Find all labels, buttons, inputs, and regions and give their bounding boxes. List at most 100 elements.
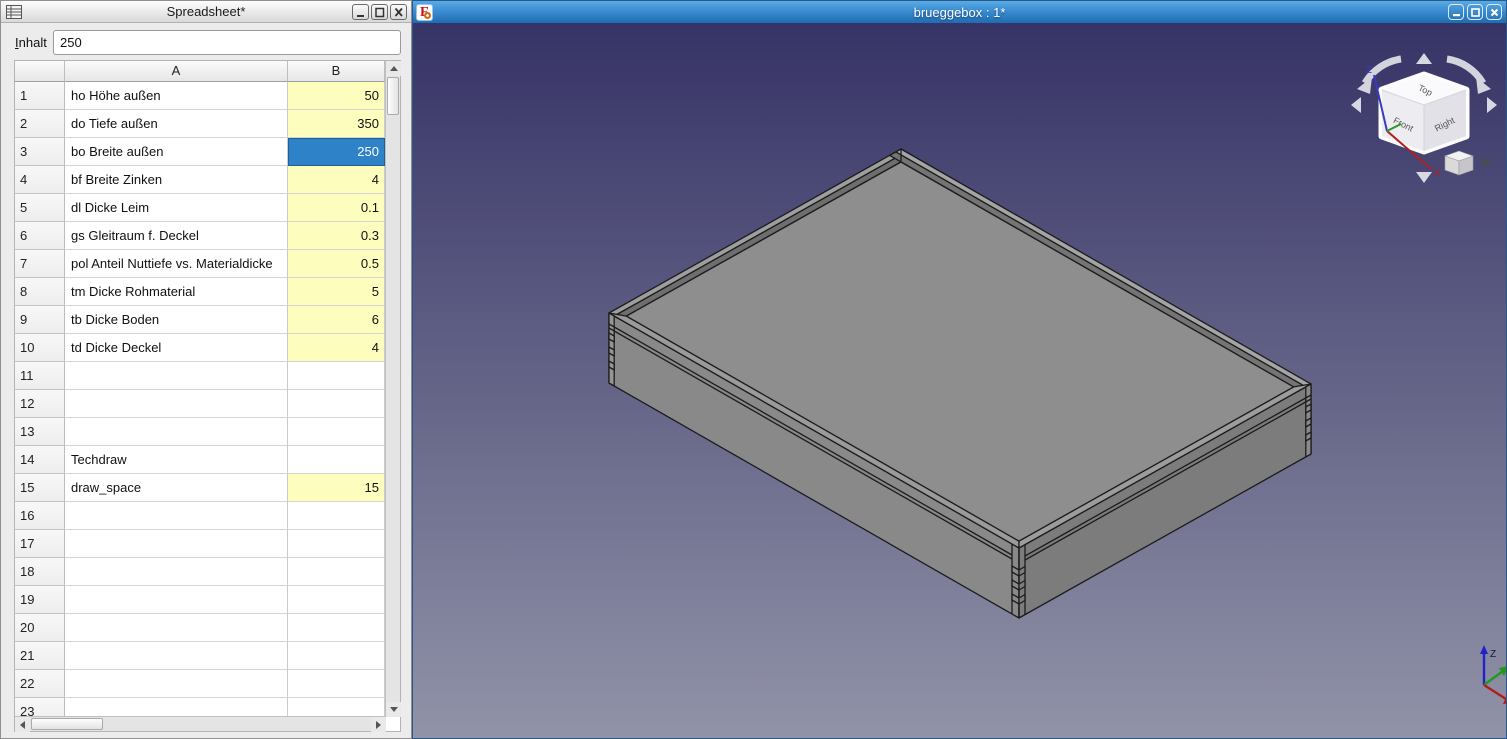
- axis-cross: Z Y X: [1480, 645, 1506, 715]
- cell-b[interactable]: 4: [288, 334, 385, 362]
- row-header[interactable]: 11: [15, 362, 65, 390]
- spreadsheet-titlebar[interactable]: Spreadsheet*: [1, 1, 411, 23]
- cell-b[interactable]: 0.5: [288, 250, 385, 278]
- row-header[interactable]: 1: [15, 82, 65, 110]
- cell-b[interactable]: [288, 446, 385, 474]
- cell-b[interactable]: [288, 642, 385, 670]
- row-header[interactable]: 14: [15, 446, 65, 474]
- vertical-scroll-thumb[interactable]: [387, 77, 399, 115]
- cell-a[interactable]: Techdraw: [65, 446, 288, 474]
- column-header-a[interactable]: A: [65, 61, 288, 82]
- row-header[interactable]: 8: [15, 278, 65, 306]
- cell-a[interactable]: [65, 586, 288, 614]
- cell-a[interactable]: tm Dicke Rohmaterial: [65, 278, 288, 306]
- cell-b[interactable]: 6: [288, 306, 385, 334]
- corner-header-cell[interactable]: [15, 61, 65, 82]
- horizontal-scrollbar[interactable]: [15, 716, 386, 731]
- cell-a[interactable]: [65, 390, 288, 418]
- navcube-arrow-up-icon[interactable]: [1416, 53, 1432, 64]
- row-header[interactable]: 12: [15, 390, 65, 418]
- row-header[interactable]: 3: [15, 138, 65, 166]
- 3d-viewport[interactable]: Top Front Right Z X: [413, 23, 1506, 738]
- cell-b[interactable]: [288, 530, 385, 558]
- cell-a[interactable]: tb Dicke Boden: [65, 306, 288, 334]
- cell-a[interactable]: [65, 642, 288, 670]
- row-header[interactable]: 16: [15, 502, 65, 530]
- navcube-menu-dropdown-icon[interactable]: [1479, 159, 1492, 168]
- cell-b[interactable]: 250: [288, 138, 385, 166]
- row-header[interactable]: 15: [15, 474, 65, 502]
- cell-b[interactable]: 50: [288, 82, 385, 110]
- navcube-arrow-left-icon[interactable]: [1351, 97, 1361, 113]
- cell-a[interactable]: [65, 418, 288, 446]
- row-header[interactable]: 13: [15, 418, 65, 446]
- row-header[interactable]: 23: [15, 698, 65, 717]
- minimize-button[interactable]: [1448, 4, 1464, 20]
- row-header[interactable]: 4: [15, 166, 65, 194]
- maximize-button[interactable]: [371, 4, 388, 20]
- cell-b[interactable]: [288, 502, 385, 530]
- minimize-button[interactable]: [352, 4, 369, 20]
- row-header[interactable]: 7: [15, 250, 65, 278]
- scroll-up-button[interactable]: [386, 61, 401, 76]
- cell-b[interactable]: 0.1: [288, 194, 385, 222]
- cell-a[interactable]: bo Breite außen: [65, 138, 288, 166]
- cell-a[interactable]: [65, 614, 288, 642]
- cell-a[interactable]: [65, 362, 288, 390]
- cell-a[interactable]: gs Gleitraum f. Deckel: [65, 222, 288, 250]
- row-header[interactable]: 21: [15, 642, 65, 670]
- cell-b[interactable]: 5: [288, 278, 385, 306]
- cell-b[interactable]: [288, 614, 385, 642]
- cell-a[interactable]: [65, 670, 288, 698]
- cell-a[interactable]: ho Höhe außen: [65, 82, 288, 110]
- cell-b[interactable]: 0.3: [288, 222, 385, 250]
- cell-a[interactable]: do Tiefe außen: [65, 110, 288, 138]
- cell-b[interactable]: [288, 670, 385, 698]
- row-header[interactable]: 22: [15, 670, 65, 698]
- cell-b[interactable]: [288, 362, 385, 390]
- horizontal-scroll-thumb[interactable]: [31, 718, 103, 730]
- cell-a[interactable]: bf Breite Zinken: [65, 166, 288, 194]
- row-header[interactable]: 6: [15, 222, 65, 250]
- cell-b[interactable]: [288, 586, 385, 614]
- cell-b[interactable]: [288, 558, 385, 586]
- cell-a[interactable]: [65, 530, 288, 558]
- row-header[interactable]: 10: [15, 334, 65, 362]
- cell-a[interactable]: dl Dicke Leim: [65, 194, 288, 222]
- cell-a[interactable]: draw_space: [65, 474, 288, 502]
- 3d-view-titlebar[interactable]: F brueggebox : 1*: [413, 1, 1506, 23]
- row-header[interactable]: 2: [15, 110, 65, 138]
- navcube-mini-cube-icon[interactable]: [1445, 151, 1473, 175]
- close-button[interactable]: [390, 4, 407, 20]
- row-header[interactable]: 9: [15, 306, 65, 334]
- scroll-left-button[interactable]: [15, 717, 30, 732]
- cell-b[interactable]: 15: [288, 474, 385, 502]
- cell-a[interactable]: [65, 698, 288, 717]
- cell-b[interactable]: 4: [288, 166, 385, 194]
- cell-a[interactable]: [65, 558, 288, 586]
- row-header[interactable]: 19: [15, 586, 65, 614]
- scroll-down-button[interactable]: [386, 702, 401, 717]
- row-header[interactable]: 20: [15, 614, 65, 642]
- cell-b[interactable]: [288, 698, 385, 717]
- navcube-arrow-right-icon[interactable]: [1487, 97, 1497, 113]
- close-button[interactable]: [1486, 4, 1502, 20]
- navcube-arrow-down-icon[interactable]: [1416, 172, 1432, 183]
- vertical-scrollbar[interactable]: [385, 61, 400, 717]
- content-input[interactable]: [53, 30, 401, 55]
- scroll-right-button[interactable]: [371, 717, 386, 732]
- cell-a[interactable]: [65, 502, 288, 530]
- cell-a[interactable]: pol Anteil Nuttiefe vs. Materialdicke: [65, 250, 288, 278]
- cell-b[interactable]: [288, 418, 385, 446]
- row-header[interactable]: 5: [15, 194, 65, 222]
- row-header[interactable]: 18: [15, 558, 65, 586]
- maximize-button[interactable]: [1467, 4, 1483, 20]
- cell-b[interactable]: 350: [288, 110, 385, 138]
- cell-b[interactable]: [288, 390, 385, 418]
- cell-a[interactable]: td Dicke Deckel: [65, 334, 288, 362]
- row-header[interactable]: 17: [15, 530, 65, 558]
- navigation-cube[interactable]: Top Front Right Z X: [1351, 53, 1497, 183]
- column-header-b[interactable]: B: [288, 61, 385, 82]
- box-model[interactable]: [609, 149, 1311, 618]
- table-row: 18: [15, 558, 385, 586]
